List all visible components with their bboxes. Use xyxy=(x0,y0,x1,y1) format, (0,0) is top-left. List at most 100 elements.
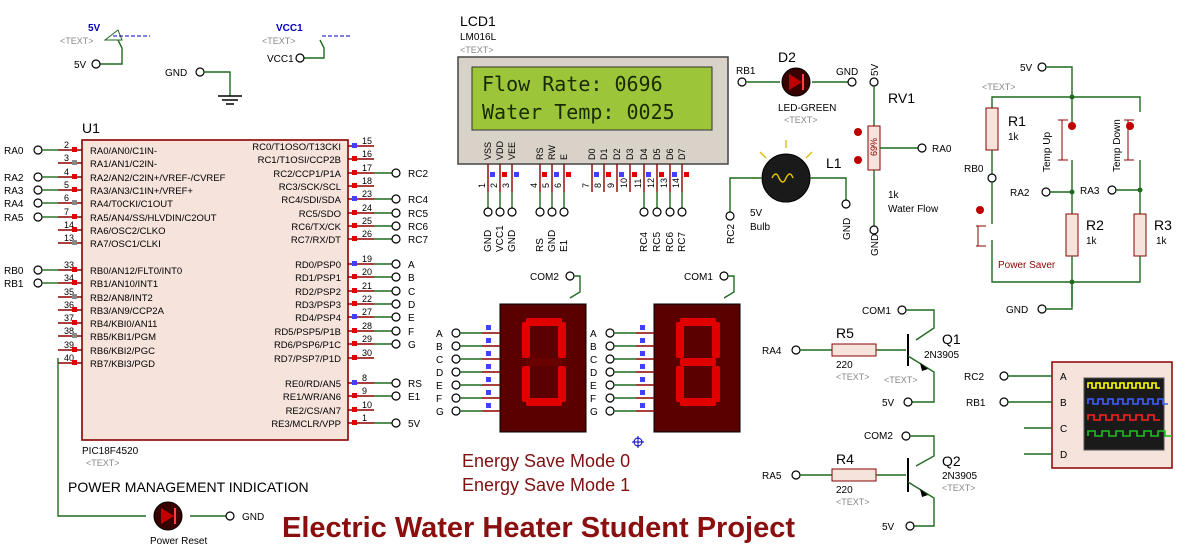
pin-name: RC3/SCK/SCL xyxy=(279,182,341,193)
lcd-module[interactable]: LCD1 LM016L <TEXT> Flow Rate: 0696 Water… xyxy=(457,13,729,252)
svg-text:<TEXT>: <TEXT> xyxy=(262,36,296,46)
segment-b xyxy=(712,322,720,358)
lcd-pin-number: 7 xyxy=(581,183,591,188)
segment-a xyxy=(680,318,716,326)
segment-pin-label: A xyxy=(436,329,443,340)
pin-name: RC1/T1OSI/CCP2B xyxy=(258,155,341,166)
pin-name: RB4/KBI0/AN11 xyxy=(90,319,157,330)
pin-name: RC4/SDI/SDA xyxy=(281,195,341,206)
segment-pin-label: B xyxy=(590,342,597,353)
segment-d xyxy=(526,398,562,406)
seven-segment-displays[interactable]: COM2ABCDEFGCOM1ABCDEFG xyxy=(436,271,741,433)
lcd-pin-label: RS xyxy=(535,147,545,160)
svg-text:LCD1: LCD1 xyxy=(460,13,496,29)
ground-symbol[interactable]: GND xyxy=(165,67,242,105)
svg-text:69%: 69% xyxy=(869,138,879,156)
com-label: COM2 xyxy=(530,272,559,283)
svg-text:Q1: Q1 xyxy=(942,331,961,347)
svg-text:RC2: RC2 xyxy=(726,224,737,244)
potentiometer-rv1[interactable]: 5V RV1 69% RA0 GND 1k Water Flow xyxy=(854,63,952,256)
segment-pin-label: C xyxy=(590,355,597,366)
lcd-pin-number: 1 xyxy=(477,183,487,188)
bulb-l1[interactable]: L1 RC2 GND 5V Bulb xyxy=(725,140,853,244)
pin-number: 19 xyxy=(362,254,372,264)
net-label: E xyxy=(408,313,415,324)
lcd-pin-number: 6 xyxy=(553,183,563,188)
lcd-pin-label: D3 xyxy=(625,148,635,160)
net-label: 5V xyxy=(408,419,421,430)
svg-text:<TEXT>: <TEXT> xyxy=(60,36,94,46)
svg-text:RC2: RC2 xyxy=(964,372,984,383)
sensor-network[interactable]: 5V <TEXT> R1 1k RB0 Power Saver Temp Up … xyxy=(964,62,1172,316)
lcd-pin-number: 3 xyxy=(501,183,511,188)
net-label: RS xyxy=(408,379,422,390)
lcd-pin-label: D5 xyxy=(652,148,662,160)
lcd-pin-label: D7 xyxy=(677,148,687,160)
lcd-pin-label: D4 xyxy=(639,148,649,160)
seven-seg-digit-2[interactable]: COM1 ABCDEFG xyxy=(590,271,741,433)
lcd-net-rc5[interactable]: RC5 xyxy=(652,192,663,252)
svg-text:5V: 5V xyxy=(1020,63,1033,74)
pin-name: RB2/AN8/INT2 xyxy=(90,293,153,304)
pin-number: 26 xyxy=(362,229,372,239)
lcd-net-gnd[interactable]: GND xyxy=(547,192,558,252)
net-label: GND xyxy=(507,230,518,252)
oscilloscope[interactable]: A B C D RC2 RB1 xyxy=(964,361,1173,469)
lcd-pin-label: VDD xyxy=(495,140,505,160)
project-title: Electric Water Heater Student Project xyxy=(282,512,795,544)
lcd-net-gnd[interactable]: GND xyxy=(507,192,518,252)
segment-pin-label: F xyxy=(436,394,442,405)
power-vcc1[interactable]: VCC1 <TEXT> VCC1 xyxy=(262,23,352,65)
lcd-pin-number: 8 xyxy=(593,183,603,188)
pin-number: 8 xyxy=(362,373,367,383)
pin-number: 1 xyxy=(362,413,367,423)
svg-text:1k: 1k xyxy=(1008,132,1020,143)
net-label: RS xyxy=(535,238,546,252)
lcd-net-rc4[interactable]: RC4 xyxy=(639,192,650,252)
transistor-q1[interactable]: COM1 RA4 R5 220 <TEXT> Q1 2N3905 <TEXT> … xyxy=(762,305,961,409)
pin-number: 6 xyxy=(64,193,69,203)
lcd-net-rc7[interactable]: RC7 xyxy=(677,192,688,252)
svg-text:5V: 5V xyxy=(882,522,895,533)
svg-text:GND: GND xyxy=(165,68,187,79)
net-label: RC7 xyxy=(408,235,428,246)
segment-f xyxy=(676,322,684,358)
svg-text:GND: GND xyxy=(242,512,264,523)
pin-name: RB6/KBI2/PGC xyxy=(90,346,155,357)
lcd-net-e1[interactable]: E1 xyxy=(559,192,570,252)
lcd-net-vcc1[interactable]: VCC1 xyxy=(495,192,506,252)
svg-text:RA2: RA2 xyxy=(1010,188,1030,199)
pin-name: RC5/SDO xyxy=(299,209,341,220)
lcd-net-gnd[interactable]: GND xyxy=(483,192,494,252)
power-5v[interactable]: 5V <TEXT> 5V xyxy=(60,23,150,71)
pin-number: 22 xyxy=(362,294,372,304)
pin-name: RA4/T0CKI/C1OUT xyxy=(90,199,173,210)
pin-name: RD2/PSP2 xyxy=(295,287,341,298)
segment-pin-label: E xyxy=(436,381,443,392)
segment-pin-label: D xyxy=(436,368,443,379)
pin-name: RE1/WR/AN6 xyxy=(283,392,341,403)
svg-text:<TEXT>: <TEXT> xyxy=(942,483,976,493)
lcd-net-rc6[interactable]: RC6 xyxy=(665,192,676,252)
net-label: E1 xyxy=(559,239,570,252)
pin-name: RE2/CS/AN7 xyxy=(286,406,341,417)
svg-text:RB1: RB1 xyxy=(966,398,986,409)
mcu-pin-15[interactable]: 15 RC0/T1OSO/T13CKI xyxy=(252,136,374,153)
net-label: RC4 xyxy=(408,195,428,206)
segment-pin-label: F xyxy=(590,394,596,405)
lcd-pin-label: E xyxy=(559,154,569,160)
lcd-pin-label: D6 xyxy=(665,148,675,160)
lcd-net-rs[interactable]: RS xyxy=(535,192,546,252)
net-label: RC5 xyxy=(652,232,663,252)
mcu-pic18f4520[interactable]: U1 PIC18F4520 <TEXT> 2 RA0/AN0/C1IN- RA0 3 R… xyxy=(4,120,428,468)
seven-seg-digit-1[interactable]: COM2 ABCDEFG xyxy=(436,271,587,433)
svg-text:5V: 5V xyxy=(870,63,881,76)
led-d2[interactable]: D2 RB1 GND LED-GREEN <TEXT> xyxy=(736,49,858,125)
svg-text:RA5: RA5 xyxy=(762,471,782,482)
pin-name: RB5/KBI1/PGM xyxy=(90,332,156,343)
svg-text:<TEXT>: <TEXT> xyxy=(86,458,120,468)
net-label: RC5 xyxy=(408,209,428,220)
svg-text:<TEXT>: <TEXT> xyxy=(460,45,494,55)
schematic-canvas: 5V <TEXT> 5V VCC1 <TEXT> VCC1 GND U1 PIC… xyxy=(0,0,1183,550)
pin-name: RA2/AN2/C2IN+/VREF-/CVREF xyxy=(90,173,226,184)
